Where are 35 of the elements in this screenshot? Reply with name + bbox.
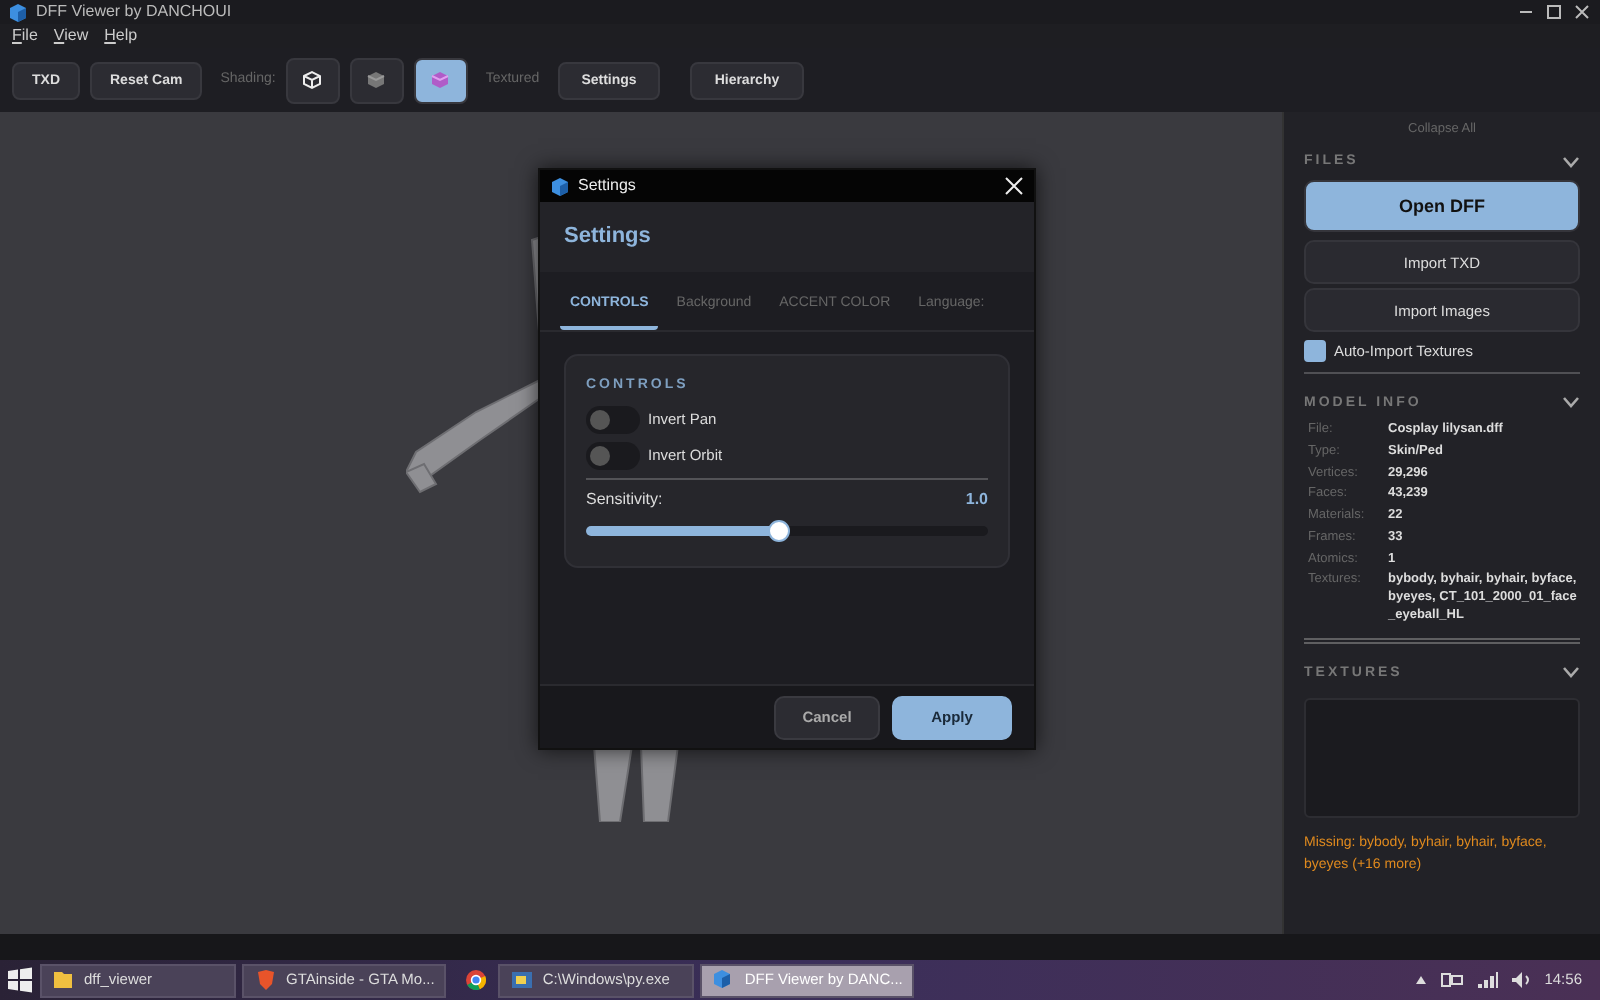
- slider-label: Sensitivity:: [586, 487, 663, 511]
- maximize-icon[interactable]: [1544, 2, 1564, 22]
- chevron-icon[interactable]: [1562, 396, 1580, 411]
- network-icon[interactable]: [1440, 970, 1465, 990]
- checkbox[interactable]: [1304, 340, 1326, 363]
- slider-track[interactable]: [586, 525, 988, 535]
- shading-mode-button[interactable]: [413, 57, 468, 103]
- app-icon: [550, 175, 570, 197]
- dialog-heading: Settings: [540, 202, 1034, 271]
- console-icon: [510, 968, 535, 992]
- windows-start-icon[interactable]: [6, 966, 34, 994]
- close-icon[interactable]: [1572, 2, 1592, 22]
- chevron-icon[interactable]: [1562, 666, 1580, 681]
- menu-item[interactable]: View: [53, 24, 89, 48]
- menu-item[interactable]: Help: [104, 24, 138, 48]
- folder-icon: [52, 968, 76, 992]
- speaker-icon[interactable]: [1510, 970, 1533, 990]
- window-title: DFF Viewer by DANCHOUI: [36, 0, 234, 24]
- toggle-switch[interactable]: [586, 441, 640, 469]
- wireframe-cube-icon: [300, 68, 325, 92]
- menu-item[interactable]: File: [12, 24, 38, 48]
- up-caret-icon[interactable]: [1414, 974, 1429, 986]
- chevron-icon[interactable]: [1562, 155, 1580, 169]
- textured-cube-icon: [428, 68, 453, 92]
- toggle-switch[interactable]: [586, 405, 640, 433]
- app-icon: [8, 1, 28, 23]
- browser-icon: [464, 968, 489, 992]
- slider-thumb[interactable]: [768, 519, 791, 541]
- dialog-title: Settings: [578, 174, 638, 198]
- shield-icon: [254, 968, 278, 992]
- signal-bars-icon[interactable]: [1476, 970, 1499, 990]
- solid-cube-icon: [364, 68, 389, 92]
- sidebar-button[interactable]: Open DFF: [1304, 180, 1580, 233]
- slider-reading: 1.0: [965, 487, 988, 511]
- shading-mode-button[interactable]: [285, 57, 340, 103]
